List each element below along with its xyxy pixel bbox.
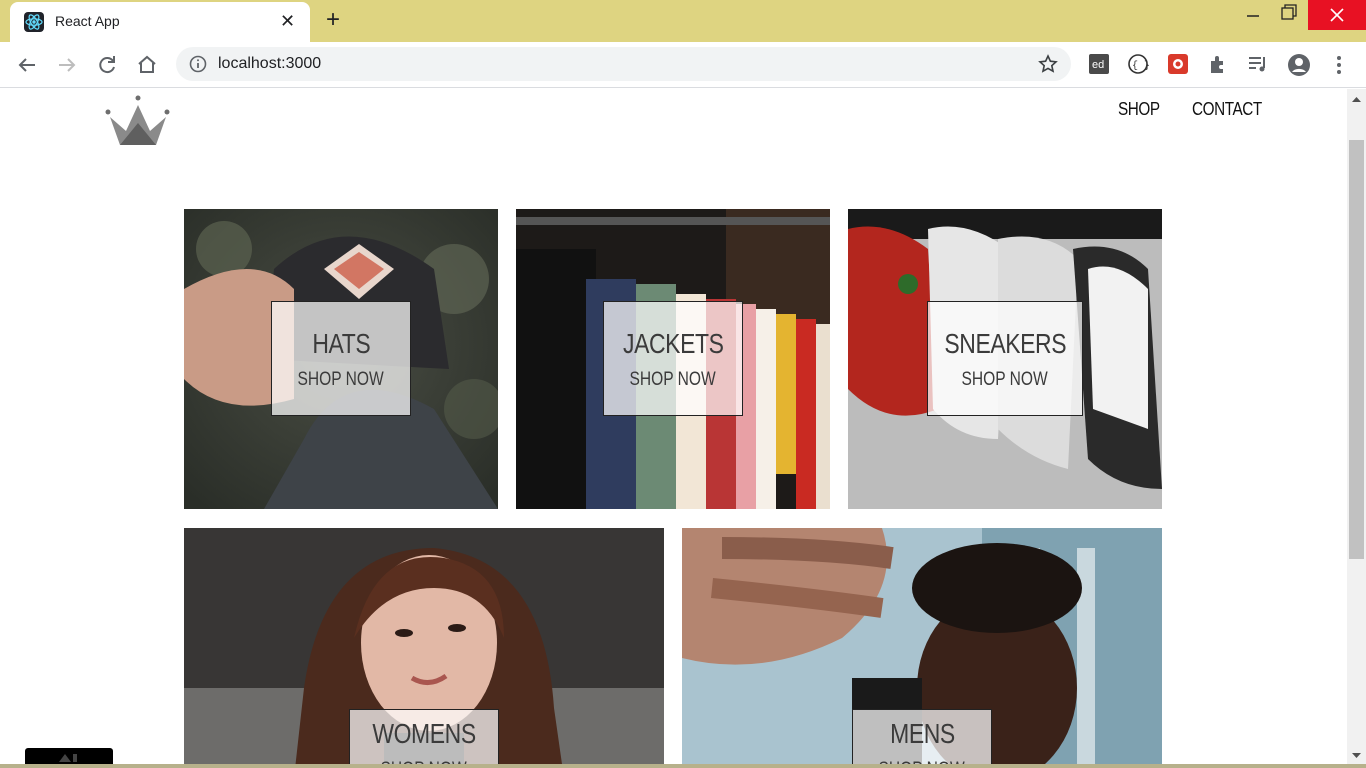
- mens-content-box[interactable]: MENS SHOP NOW: [852, 709, 992, 766]
- crown-logo[interactable]: [104, 95, 172, 149]
- bug-extension-icon[interactable]: [1167, 53, 1191, 77]
- tab-close-icon[interactable]: ✕: [280, 10, 295, 32]
- section-title: JACKETS: [622, 327, 724, 359]
- jackets-content-box[interactable]: JACKETS SHOP NOW: [603, 301, 743, 416]
- info-icon[interactable]: [189, 55, 207, 73]
- puzzle-icon[interactable]: [1207, 53, 1231, 77]
- section-title: MENS: [889, 718, 955, 749]
- window-bottom-edge: [0, 764, 1366, 768]
- directory-item-jackets[interactable]: JACKETS SHOP NOW: [516, 209, 830, 509]
- section-title: HATS: [312, 327, 370, 359]
- section-title: WOMENS: [372, 718, 476, 749]
- svg-text:ed: ed: [1092, 59, 1104, 71]
- directory-item-womens[interactable]: WOMENS SHOP NOW: [184, 528, 664, 766]
- page-viewport: SHOP CONTACT HATS SHOP NOW JACKETS SHOP …: [0, 89, 1347, 766]
- window-close-button[interactable]: [1308, 0, 1366, 30]
- new-tab-button[interactable]: +: [326, 8, 340, 32]
- profile-icon[interactable]: [1287, 53, 1311, 77]
- directory-item-mens[interactable]: MENS SHOP NOW: [682, 528, 1162, 766]
- back-icon[interactable]: [15, 53, 39, 77]
- home-icon[interactable]: [135, 53, 159, 77]
- restore-button[interactable]: [1268, 0, 1308, 30]
- directory-item-sneakers[interactable]: SNEAKERS SHOP NOW: [848, 209, 1162, 509]
- shop-now-label: SHOP NOW: [961, 368, 1049, 390]
- scroll-up-arrow-icon[interactable]: [1347, 91, 1366, 108]
- section-title: SNEAKERS: [944, 327, 1066, 359]
- womens-content-box[interactable]: WOMENS SHOP NOW: [349, 709, 499, 766]
- scrollbar-thumb[interactable]: [1349, 140, 1364, 559]
- react-favicon-icon: [24, 12, 44, 32]
- browser-tab-strip: React App ✕ +: [0, 0, 1366, 42]
- devtools-extension-icon[interactable]: { }: [1127, 53, 1151, 77]
- scroll-down-arrow-icon[interactable]: [1347, 747, 1366, 764]
- sneakers-content-box[interactable]: SNEAKERS SHOP NOW: [927, 301, 1083, 416]
- svg-text:{ }: { }: [1132, 60, 1149, 72]
- hats-content-box[interactable]: HATS SHOP NOW: [271, 301, 411, 416]
- url-text[interactable]: localhost:3000: [218, 55, 321, 73]
- directory-item-hats[interactable]: HATS SHOP NOW: [184, 209, 498, 509]
- vertical-scrollbar[interactable]: [1347, 89, 1366, 766]
- media-icon[interactable]: [1247, 53, 1271, 77]
- reload-icon[interactable]: [95, 53, 119, 77]
- forward-icon[interactable]: [55, 53, 79, 77]
- nav-contact-link[interactable]: CONTACT: [1192, 99, 1262, 120]
- shop-now-label: SHOP NOW: [629, 368, 717, 390]
- nav-shop-link[interactable]: SHOP: [1118, 99, 1160, 120]
- tab-title: React App: [55, 13, 120, 29]
- address-bar[interactable]: localhost:3000: [176, 47, 1071, 81]
- ed-extension-icon[interactable]: ed: [1088, 53, 1112, 77]
- minimize-button[interactable]: [1233, 0, 1273, 30]
- shop-now-label: SHOP NOW: [297, 368, 385, 390]
- star-icon[interactable]: [1038, 54, 1058, 74]
- menu-icon[interactable]: [1327, 53, 1351, 77]
- browser-tab[interactable]: React App ✕: [10, 2, 310, 42]
- browser-toolbar: localhost:3000 ed { }: [0, 42, 1366, 88]
